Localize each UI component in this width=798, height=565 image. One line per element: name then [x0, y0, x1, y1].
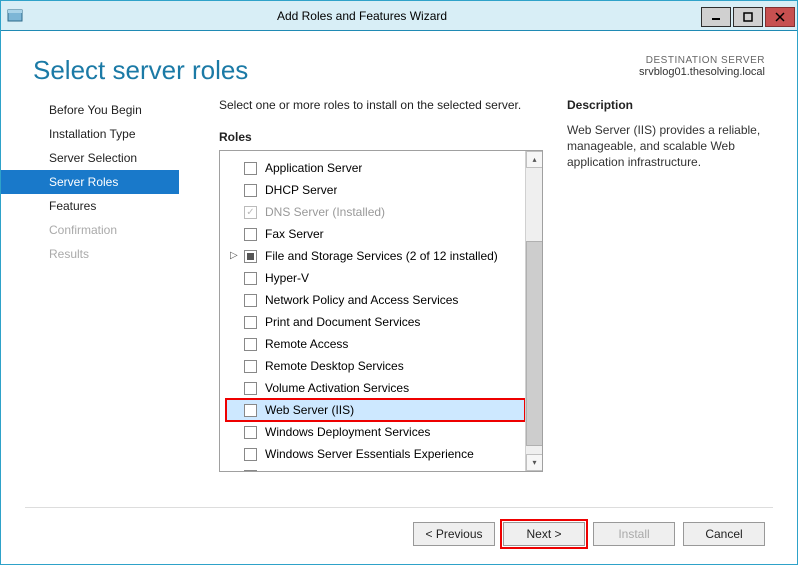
roles-panel: Select one or more roles to install on t…	[179, 94, 567, 507]
expander-icon[interactable]: ▷	[230, 250, 240, 260]
sidebar-item-server-roles[interactable]: Server Roles	[1, 170, 179, 194]
role-checkbox[interactable]	[244, 272, 257, 285]
role-checkbox[interactable]: ✓	[244, 206, 257, 219]
role-label: Windows Deployment Services	[265, 425, 430, 439]
sidebar-item-features[interactable]: Features	[1, 194, 179, 218]
role-item[interactable]: Fax Server	[226, 223, 525, 245]
role-checkbox[interactable]	[244, 470, 257, 473]
role-item[interactable]: DHCP Server	[226, 179, 525, 201]
wizard-sidebar: Before You Begin Installation Type Server …	[1, 94, 179, 507]
role-checkbox[interactable]	[244, 426, 257, 439]
sidebar-item-results: Results	[1, 242, 179, 266]
sidebar-item-server-selection[interactable]: Server Selection	[1, 146, 179, 170]
sidebar-item-label: Server Roles	[49, 175, 118, 189]
sidebar-item-before-you-begin[interactable]: Before You Begin	[1, 98, 179, 122]
role-item[interactable]: Print and Document Services	[226, 311, 525, 333]
footer: < Previous Next > Install Cancel	[1, 508, 797, 564]
role-checkbox[interactable]	[244, 316, 257, 329]
destination-block: DESTINATION SERVER srvblog01.thesolving.…	[639, 55, 765, 78]
role-item[interactable]: ▷ File and Storage Services (2 of 12 inst…	[226, 245, 525, 267]
role-label: Print and Document Services	[265, 315, 420, 329]
sidebar-item-label: Before You Begin	[49, 103, 142, 117]
next-button[interactable]: Next >	[503, 522, 585, 546]
description-panel: Description Web Server (IIS) provides a …	[567, 94, 765, 507]
minimize-button[interactable]	[701, 7, 731, 27]
role-item[interactable]: Volume Activation Services	[226, 377, 525, 399]
sidebar-item-label: Features	[49, 199, 96, 213]
previous-button[interactable]: < Previous	[413, 522, 495, 546]
role-label: Windows Server Essentials Experience	[265, 447, 474, 461]
role-item[interactable]: Remote Desktop Services	[226, 355, 525, 377]
page-title: Select server roles	[33, 55, 248, 86]
role-checkbox[interactable]	[244, 228, 257, 241]
sidebar-item-confirmation: Confirmation	[1, 218, 179, 242]
header-area: Select server roles DESTINATION SERVER s…	[1, 31, 797, 94]
role-label: Web Server (IIS)	[265, 403, 354, 417]
role-checkbox[interactable]	[244, 338, 257, 351]
role-checkbox[interactable]	[244, 448, 257, 461]
role-label: DHCP Server	[265, 183, 337, 197]
role-checkbox[interactable]	[244, 184, 257, 197]
role-label: Windows Server Update Services	[265, 469, 444, 472]
role-checkbox[interactable]	[244, 294, 257, 307]
description-title: Description	[567, 98, 765, 112]
role-label: Hyper-V	[265, 271, 309, 285]
sidebar-item-installation-type[interactable]: Installation Type	[1, 122, 179, 146]
role-item[interactable]: Network Policy and Access Services	[226, 289, 525, 311]
roles-label: Roles	[219, 130, 543, 144]
install-button[interactable]: Install	[593, 522, 675, 546]
destination-label: DESTINATION SERVER	[639, 55, 765, 66]
role-item[interactable]: Application Server	[226, 157, 525, 179]
role-label: DNS Server (Installed)	[265, 205, 385, 219]
role-label: Remote Desktop Services	[265, 359, 404, 373]
app-icon	[7, 8, 23, 24]
scroll-up-button[interactable]: ▴	[526, 151, 543, 168]
role-item[interactable]: Windows Deployment Services	[226, 421, 525, 443]
role-label: Remote Access	[265, 337, 348, 351]
scroll-down-button[interactable]: ▾	[526, 454, 543, 471]
role-item[interactable]: Hyper-V	[226, 267, 525, 289]
description-text: Web Server (IIS) provides a reliable, ma…	[567, 122, 765, 171]
sidebar-item-label: Results	[49, 247, 89, 261]
role-checkbox[interactable]	[244, 382, 257, 395]
role-label: File and Storage Services (2 of 12 insta…	[265, 249, 498, 263]
cancel-button[interactable]: Cancel	[683, 522, 765, 546]
wizard-window: Add Roles and Features Wizard Select ser…	[0, 0, 798, 565]
scrollbar[interactable]: ▴ ▾	[525, 151, 542, 471]
destination-server: srvblog01.thesolving.local	[639, 66, 765, 78]
scroll-thumb[interactable]	[526, 241, 543, 446]
maximize-button[interactable]	[733, 7, 763, 27]
role-item[interactable]: Remote Access	[226, 333, 525, 355]
close-button[interactable]	[765, 7, 795, 27]
sidebar-item-label: Installation Type	[49, 127, 136, 141]
role-checkbox[interactable]	[244, 250, 257, 263]
instruction-text: Select one or more roles to install on t…	[219, 98, 543, 112]
roles-listbox: Application Server DHCP Server ✓ DNS Server…	[219, 150, 543, 472]
sidebar-item-label: Confirmation	[49, 223, 117, 237]
role-label: Fax Server	[265, 227, 324, 241]
role-item[interactable]: Web Server (IIS)	[226, 399, 525, 421]
role-label: Volume Activation Services	[265, 381, 409, 395]
window-controls	[701, 4, 797, 27]
role-item[interactable]: ✓ DNS Server (Installed)	[226, 201, 525, 223]
role-checkbox[interactable]	[244, 404, 257, 417]
role-checkbox[interactable]	[244, 360, 257, 373]
sidebar-item-label: Server Selection	[49, 151, 137, 165]
role-label: Network Policy and Access Services	[265, 293, 458, 307]
role-item[interactable]: Windows Server Update Services	[226, 465, 525, 472]
role-checkbox[interactable]	[244, 162, 257, 175]
window-title: Add Roles and Features Wizard	[277, 9, 447, 23]
title-bar: Add Roles and Features Wizard	[1, 1, 797, 31]
role-item[interactable]: Windows Server Essentials Experience	[226, 443, 525, 465]
role-label: Application Server	[265, 161, 362, 175]
